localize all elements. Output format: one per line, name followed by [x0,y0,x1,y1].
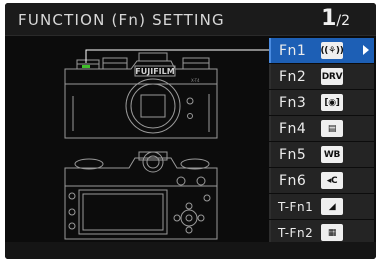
fn-item-label: Fn3 [279,94,307,111]
page-current: 1 [321,6,337,31]
fn-item-label: Fn4 [279,120,307,137]
menu-title: FUNCTION (Fn) SETTING [18,11,225,29]
camera-back-view [64,151,218,240]
camera-brand-label: FUJIFILM [135,67,174,76]
hand-stabilizer-icon: ((⚘)) [320,42,344,59]
page-indicator: 1/2 [321,6,350,31]
histogram-icon: ◢ [321,198,343,215]
fn-button-list: Fn1 ((⚘)) Fn2 DRV Fn3 [◉] Fn4 ▤ Fn5 WB F… [269,38,374,246]
fn-item-label: Fn1 [279,42,307,59]
fn-item-fn1[interactable]: Fn1 ((⚘)) [269,38,374,63]
drive-mode-icon: DRV [321,68,343,85]
color-chrome-icon: ◂C [321,172,343,189]
fn1-leader-line [85,49,269,63]
white-balance-icon: WB [321,146,343,163]
fn-item-fn6[interactable]: Fn6 ◂C [269,168,374,193]
page-total: /2 [336,13,350,29]
metering-icon: [◉] [321,94,343,111]
fn-item-label: Fn6 [279,172,307,189]
fn-item-label: Fn5 [279,146,307,163]
fn-item-label: Fn2 [279,68,307,85]
camera-model-label: X-T4 [191,78,200,83]
fn-item-label: T-Fn1 [278,199,314,214]
fn-item-fn4[interactable]: Fn4 ▤ [269,116,374,141]
electronic-level-icon: ▦ [321,224,343,241]
fn-item-fn3[interactable]: Fn3 [◉] [269,90,374,115]
camera-menu-screen: FUNCTION (Fn) SETTING 1/2 FUJIFILM X-T4 … [5,3,376,259]
fn-item-fn5[interactable]: Fn5 WB [269,142,374,167]
fn-item-fn2[interactable]: Fn2 DRV [269,64,374,89]
fn-item-t-fn1[interactable]: T-Fn1 ◢ [269,194,374,219]
menu-header: FUNCTION (Fn) SETTING 1/2 [5,3,376,36]
menu-footer [5,242,376,259]
fn-item-label: T-Fn2 [278,225,314,240]
camera-diagram: FUJIFILM X-T4 [5,36,269,241]
chevron-right-icon [363,45,369,55]
fn1-button-highlight [82,65,90,68]
film-simulation-icon: ▤ [321,120,343,137]
camera-illustration: FUJIFILM X-T4 [64,49,269,240]
